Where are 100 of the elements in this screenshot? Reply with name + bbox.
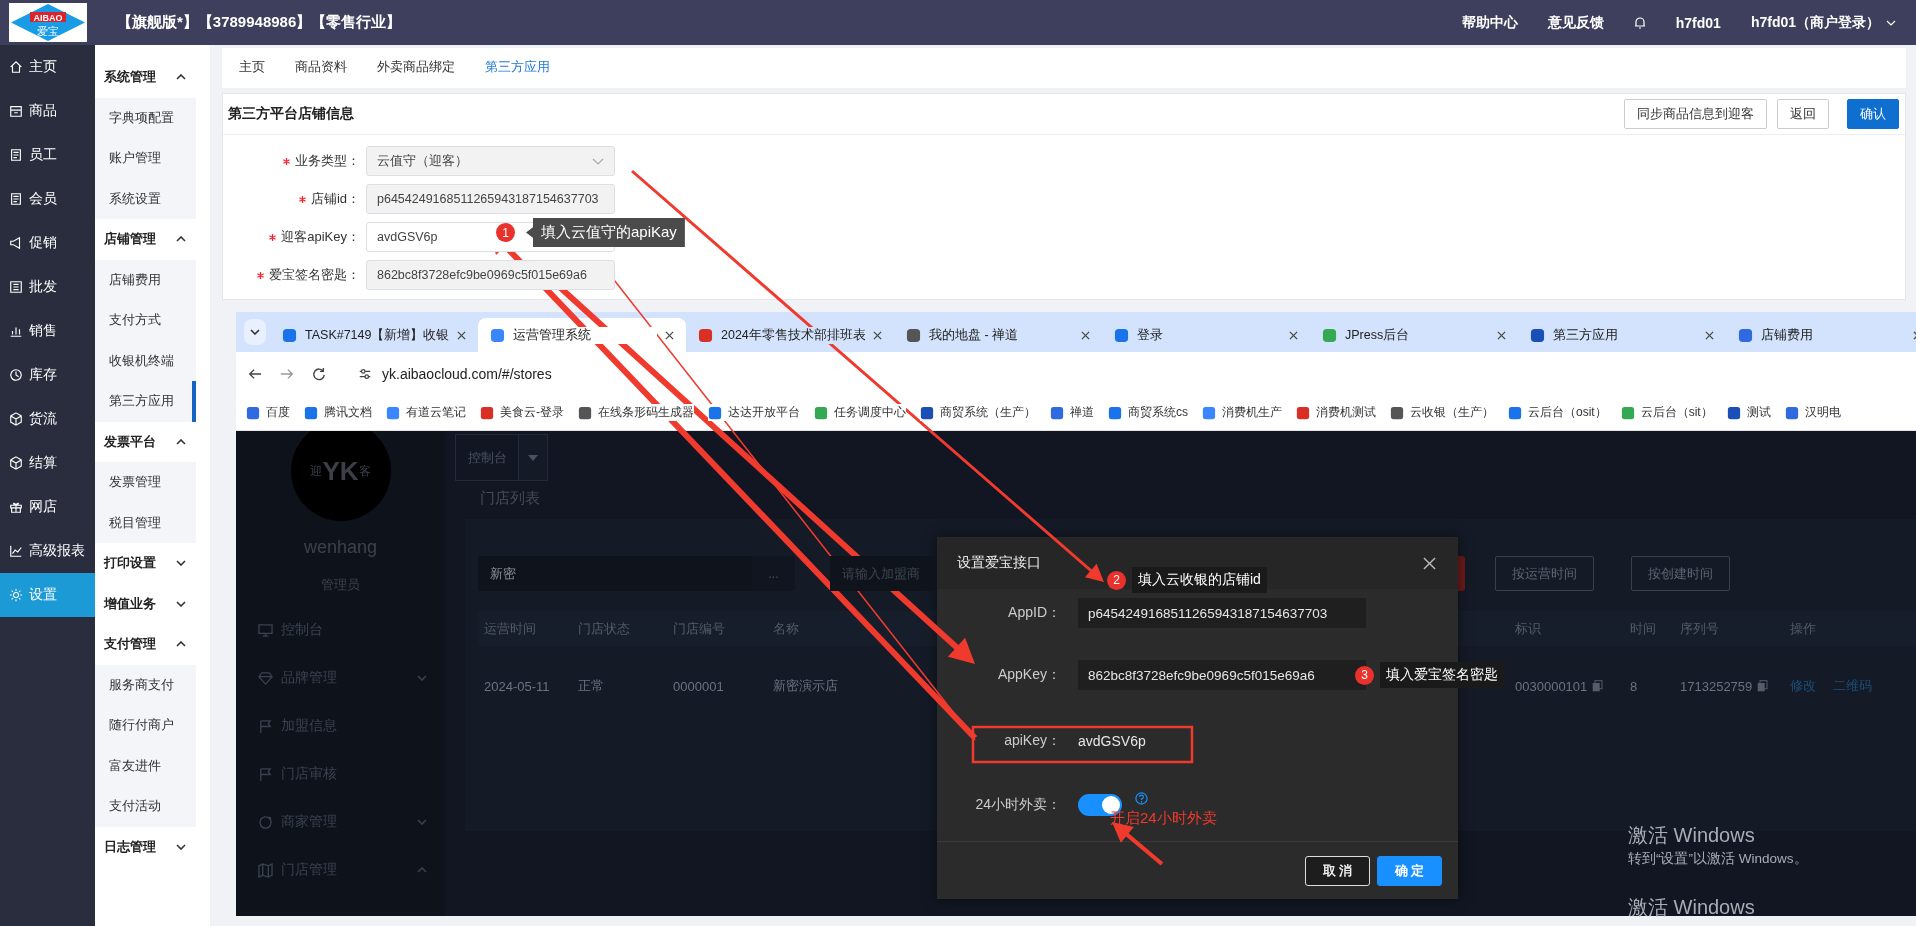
nav-item[interactable]: 货流 xyxy=(0,397,95,441)
menu-group[interactable]: 增值业务 xyxy=(95,583,196,624)
submenu-item[interactable]: 发票管理 xyxy=(95,462,196,503)
submenu-item[interactable]: 第三方应用 xyxy=(95,381,196,422)
chevron-down-icon xyxy=(250,329,260,335)
menu-group[interactable]: 发票平台 xyxy=(95,421,196,462)
list-icon xyxy=(9,280,23,294)
nav-item[interactable]: 商品 xyxy=(0,89,95,133)
submenu-item[interactable]: 支付活动 xyxy=(95,786,196,827)
menu-group[interactable]: 支付管理 xyxy=(95,624,196,665)
nav-item[interactable]: 批发 xyxy=(0,265,95,309)
submenu-item[interactable]: 服务商支付 xyxy=(95,664,196,705)
bell-icon[interactable] xyxy=(1633,16,1646,29)
page-tab[interactable]: 外卖商品绑定 xyxy=(362,48,470,88)
field-label: 爱宝签名密匙： xyxy=(269,266,360,284)
nav-item[interactable]: 结算 xyxy=(0,441,95,485)
site-icon xyxy=(1530,327,1545,343)
close-icon[interactable] xyxy=(457,330,466,340)
close-icon[interactable] xyxy=(1423,556,1436,570)
browser-tab[interactable]: 我的地盘 - 禅道 xyxy=(894,318,1102,352)
submenu-item[interactable]: 税目管理 xyxy=(95,502,196,543)
browser-tab[interactable]: 运营管理系统 xyxy=(478,318,686,352)
bookmark[interactable]: 腾讯文档 xyxy=(304,404,372,421)
page-tab[interactable]: 商品资料 xyxy=(280,48,362,88)
nav-item[interactable]: 高级报表 xyxy=(0,529,95,573)
page-tab[interactable]: 主页 xyxy=(224,48,280,88)
table-cell: 2024-05-11 xyxy=(484,678,550,694)
browser-tab[interactable]: 店铺费用 xyxy=(1726,318,1916,352)
submenu-item[interactable]: 富友进件 xyxy=(95,745,196,786)
nav-item[interactable]: 主页 xyxy=(0,45,95,89)
dialog-button[interactable]: 取 消 xyxy=(1305,855,1370,886)
header-link[interactable]: 帮助中心 xyxy=(1461,13,1518,32)
bookmark[interactable]: 在线条形码生成器 xyxy=(578,404,694,421)
clock-icon xyxy=(9,368,23,382)
site-icon xyxy=(1114,327,1129,343)
submenu-item[interactable]: 账户管理 xyxy=(95,138,196,179)
back-icon[interactable] xyxy=(248,366,262,381)
browser-tab[interactable]: TASK#7149【新增】收银 xyxy=(270,318,478,352)
browser-tab[interactable]: JPress后台 xyxy=(1310,318,1518,352)
close-icon[interactable] xyxy=(1081,330,1090,340)
bookmark[interactable]: 任务调度中心 xyxy=(814,404,906,421)
nav-item[interactable]: 库存 xyxy=(0,353,95,397)
close-icon[interactable] xyxy=(1289,330,1298,340)
forward-icon[interactable] xyxy=(280,366,294,381)
copy-icon[interactable] xyxy=(1757,680,1769,692)
action-button[interactable]: 确认 xyxy=(1847,99,1899,129)
bookmark[interactable]: 消费机测试 xyxy=(1296,404,1376,421)
table-cell: 0030000101 xyxy=(1515,678,1588,694)
menu-group[interactable]: 打印设置 xyxy=(95,543,196,584)
site-icon xyxy=(1726,405,1741,420)
submenu-item[interactable]: 随行付商户 xyxy=(95,705,196,746)
bookmark[interactable]: 禅道 xyxy=(1050,404,1094,421)
column-header: 标识 xyxy=(1515,619,1542,638)
help-icon[interactable] xyxy=(1135,791,1148,805)
nav-item[interactable]: 销售 xyxy=(0,309,95,353)
table-cell: 正常 xyxy=(578,677,604,695)
bookmark[interactable]: 百度 xyxy=(246,404,290,421)
field-label: apiKey： xyxy=(1003,732,1061,750)
bookmark[interactable]: 有道云笔记 xyxy=(386,404,466,421)
bookmark[interactable]: 测试 xyxy=(1726,404,1771,421)
bookmark[interactable]: 商贸系统cs xyxy=(1108,404,1188,421)
nav-item[interactable]: 促销 xyxy=(0,221,95,265)
submenu-item[interactable]: 支付方式 xyxy=(95,300,196,341)
tab-list-button[interactable] xyxy=(244,319,266,345)
house-icon xyxy=(9,60,23,74)
close-icon[interactable] xyxy=(873,330,882,340)
close-icon[interactable] xyxy=(1705,330,1714,340)
bookmark[interactable]: 消费机生产 xyxy=(1202,404,1282,421)
line-chart-icon xyxy=(9,544,23,558)
menu-group[interactable]: 日志管理 xyxy=(95,826,196,867)
submenu-item[interactable]: 字典项配置 xyxy=(95,97,196,138)
account-menu[interactable]: h7fd01（商户登录） xyxy=(1750,13,1896,32)
submenu-item[interactable]: 收银机终端 xyxy=(95,340,196,381)
close-icon[interactable] xyxy=(1497,330,1506,340)
header-link[interactable]: 意见反馈 xyxy=(1547,13,1604,32)
reload-icon[interactable] xyxy=(312,366,326,381)
menu-group[interactable]: 店铺管理 xyxy=(95,219,196,260)
menu-group[interactable]: 系统管理 xyxy=(95,57,196,98)
table-cell: 新密演示店 xyxy=(773,677,838,695)
browser-tab[interactable]: 第三方应用 xyxy=(1518,318,1726,352)
search-field[interactable]: 新密 xyxy=(478,556,752,591)
browser-tab[interactable]: 登录 xyxy=(1102,318,1310,352)
action-button[interactable]: 同步商品信息到迎客 xyxy=(1624,99,1767,129)
action-button[interactable]: 返回 xyxy=(1777,99,1829,129)
nav-item[interactable]: 员工 xyxy=(0,133,95,177)
close-icon[interactable] xyxy=(665,330,674,340)
submenu-item[interactable]: 店铺费用 xyxy=(95,259,196,300)
site-info-icon[interactable] xyxy=(358,366,372,381)
user-name[interactable]: h7fd01 xyxy=(1675,14,1721,31)
nav-item[interactable]: 网店 xyxy=(0,485,95,529)
submenu-item[interactable]: 系统设置 xyxy=(95,178,196,219)
copy-icon[interactable] xyxy=(1592,680,1604,692)
store-title: 【旗舰版*】【3789948986】【零售行业】 xyxy=(117,13,402,32)
bookmark[interactable]: 美食云-登录 xyxy=(480,404,564,421)
browser-tab[interactable]: 2024年零售技术部排班表 xyxy=(686,318,894,352)
input-field[interactable]: p6454249168511265943187154637703 xyxy=(1078,598,1366,628)
bookmark[interactable]: 汉明电 xyxy=(1784,404,1841,421)
nav-item[interactable]: 会员 xyxy=(0,177,95,221)
site-icon xyxy=(1108,405,1122,420)
bookmark[interactable]: 达达开放平台 xyxy=(708,404,800,421)
